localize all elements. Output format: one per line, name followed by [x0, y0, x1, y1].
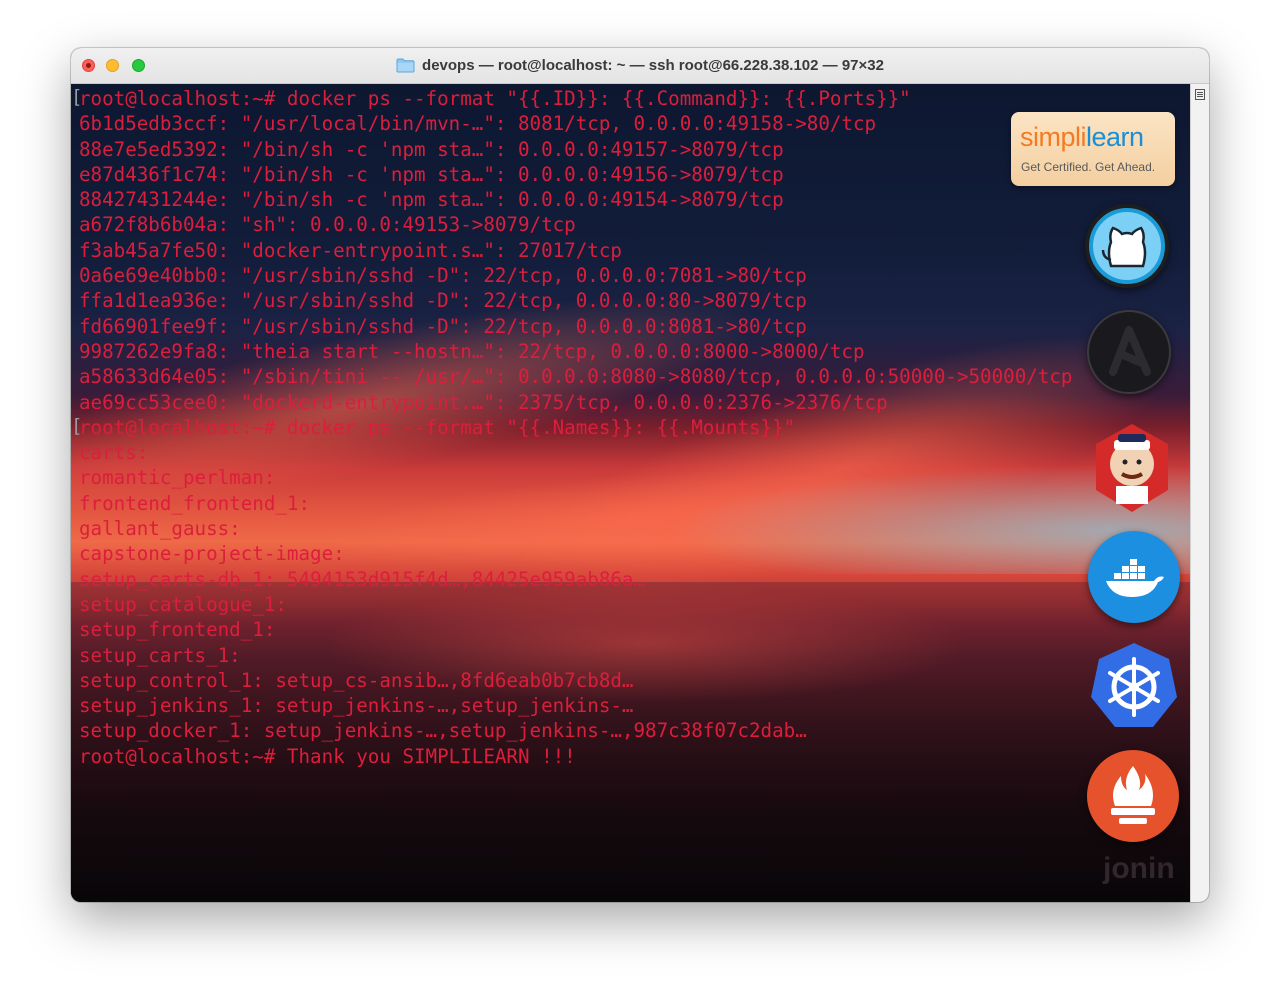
- terminal-line: 6b1d5edb3ccf: "/usr/local/bin/mvn-…": 80…: [79, 112, 877, 136]
- terminal-content[interactable]: [ [ root@localhost:~# docker ps --format…: [71, 84, 1191, 902]
- terminal-line: root@localhost:~# docker ps --format "{{…: [79, 415, 796, 439]
- terminal-line: ae69cc53cee0: "dockerd-entrypoint.…": 23…: [79, 390, 888, 414]
- terminal-line: 9987262e9fa8: "theia start --hostn…": 22…: [79, 339, 865, 363]
- jenkins-icon: [1084, 420, 1168, 512]
- simplilearn-logo: simplilearn Get Certified. Get Ahead.: [1011, 112, 1175, 186]
- ansible-icon: [1087, 310, 1171, 394]
- terminal-line: gallant_gauss:: [79, 517, 241, 541]
- terminal-line: root@localhost:~# docker ps --format "{{…: [79, 87, 911, 110]
- terminal-line: setup_docker_1: setup_jenkins-…,setup_je…: [79, 719, 807, 743]
- terminal-line: frontend_frontend_1:: [79, 491, 311, 515]
- brand-learn: learn: [1086, 122, 1144, 152]
- kubernetes-icon: [1087, 639, 1181, 733]
- terminal-line: a672f8b6b04a: "sh": 0.0.0.0:49153->8079/…: [79, 213, 576, 237]
- terminal-window: devops — root@localhost: ~ — ssh root@66…: [71, 48, 1209, 902]
- terminal-line: romantic_perlman:: [79, 466, 276, 490]
- terminal-line: root@localhost:~# Thank you SIMPLILEARN …: [79, 744, 576, 768]
- folder-icon: [396, 58, 415, 73]
- terminal-line: carts:: [79, 441, 149, 465]
- terminal-line: setup_catalogue_1:: [79, 592, 287, 616]
- window-title-area: devops — root@localhost: ~ — ssh root@66…: [71, 48, 1209, 83]
- terminal-line: setup_control_1: setup_cs-ansib…,8fd6eab…: [79, 668, 634, 692]
- terminal-line: fd66901fee9f: "/usr/sbin/sshd -D": 22/tc…: [79, 314, 807, 338]
- watermark-text: jonin: [1103, 852, 1175, 885]
- terminal-line: capstone-project-image:: [79, 542, 345, 566]
- terminal-line: e87d436f1c74: "/bin/sh -c 'npm sta…": 0.…: [79, 162, 784, 186]
- terminal-line: setup_carts-db_1: 5494153d915f4d…,84425e…: [79, 567, 646, 591]
- terminal-line: 88e7e5ed5392: "/bin/sh -c 'npm sta…": 0.…: [79, 137, 784, 161]
- terminal-line: setup_frontend_1:: [79, 618, 276, 642]
- github-icon: [1085, 204, 1169, 288]
- scrollbar[interactable]: [1190, 84, 1209, 902]
- simplilearn-wordmark: simplilearn: [1020, 122, 1144, 153]
- terminal-line: a58633d64e05: "/sbin/tini -- /usr/…": 0.…: [79, 365, 1073, 389]
- terminal-line: 0a6e69e40bb0: "/usr/sbin/sshd -D": 22/tc…: [79, 264, 807, 288]
- terminal-line: ffa1d1ea936e: "/usr/sbin/sshd -D": 22/tc…: [79, 289, 807, 313]
- title-bar[interactable]: devops — root@localhost: ~ — ssh root@66…: [71, 48, 1209, 84]
- prometheus-icon: [1087, 750, 1179, 842]
- terminal-line: setup_carts_1:: [79, 643, 241, 667]
- terminal-line: setup_jenkins_1: setup_jenkins-…,setup_j…: [79, 694, 634, 718]
- marks-menu-icon[interactable]: [1195, 87, 1205, 100]
- terminal-line: f3ab45a7fe50: "docker-entrypoint.s…": 27…: [79, 238, 622, 262]
- terminal-line: 88427431244e: "/bin/sh -c 'npm sta…": 0.…: [79, 188, 784, 212]
- terminal-output[interactable]: root@localhost:~# docker ps --format "{{…: [79, 86, 1072, 769]
- simplilearn-tagline: Get Certified. Get Ahead.: [1021, 160, 1156, 174]
- brand-simpli: simpl: [1020, 122, 1081, 152]
- docker-icon: [1088, 531, 1180, 623]
- window-title: devops — root@localhost: ~ — ssh root@66…: [422, 57, 884, 74]
